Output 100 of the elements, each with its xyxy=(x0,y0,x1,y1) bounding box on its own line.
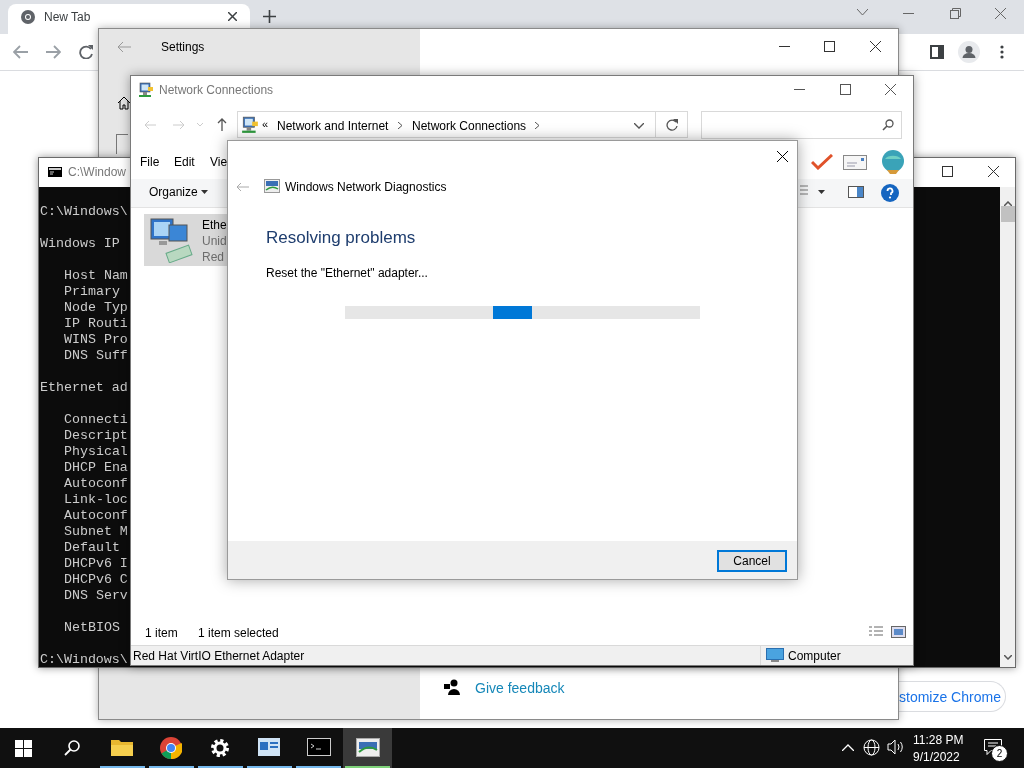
window-title: Settings xyxy=(161,41,205,53)
console-line: DNS Suff xyxy=(64,349,128,363)
console-line: Primary xyxy=(64,285,120,299)
new-tab-icon[interactable] xyxy=(263,10,276,23)
refresh-icon[interactable] xyxy=(666,119,678,131)
console-line: DHCPv6 C xyxy=(64,573,128,587)
console-line: WINS Pro xyxy=(64,333,128,347)
customize-chrome-button[interactable]: stomize Chrome xyxy=(899,681,1006,712)
taskbar-app[interactable] xyxy=(343,728,392,768)
volume-icon[interactable] xyxy=(887,739,904,755)
close-icon[interactable] xyxy=(777,151,788,162)
refresh-button[interactable] xyxy=(655,111,688,138)
chevron-right-icon[interactable] xyxy=(535,122,539,129)
folder-icon[interactable] xyxy=(111,738,133,756)
mail-icon[interactable] xyxy=(843,155,867,170)
help-icon[interactable] xyxy=(881,184,899,202)
chrome-icon[interactable] xyxy=(21,10,35,24)
console-line: Physical xyxy=(64,445,128,459)
tiles-view-icon[interactable] xyxy=(891,626,906,638)
side-panel-icon[interactable] xyxy=(930,45,944,59)
network-adapter-item[interactable]: Ethe Unid Red xyxy=(144,214,227,266)
console-line: DNS Serv xyxy=(64,589,128,603)
cancel-button[interactable]: Cancel xyxy=(717,550,787,572)
close-icon[interactable] xyxy=(885,84,896,95)
console-line: Connecti xyxy=(64,413,128,427)
tab-title: New Tab xyxy=(44,11,91,23)
computer-icon xyxy=(766,648,784,663)
up-icon[interactable] xyxy=(217,118,227,131)
organize-menu[interactable]: Organize xyxy=(149,186,198,198)
console-line: Host Nam xyxy=(64,269,128,283)
scrollbar[interactable] xyxy=(1000,187,1015,667)
back-icon[interactable] xyxy=(13,45,28,59)
menu-icon[interactable] xyxy=(1000,45,1004,59)
menu-item[interactable]: Edit xyxy=(174,156,195,168)
menu-item[interactable]: File xyxy=(140,156,160,168)
console-line: Autoconf xyxy=(64,477,128,491)
close-icon[interactable] xyxy=(988,166,999,177)
maximize-icon[interactable] xyxy=(840,84,851,95)
network-folder-icon xyxy=(241,116,259,134)
window-title: C:\Window xyxy=(68,166,126,178)
dropdown-icon[interactable] xyxy=(818,190,825,194)
menu-item[interactable]: Vie xyxy=(210,156,228,168)
adapter-device: Red xyxy=(202,251,224,263)
console-icon xyxy=(48,167,62,177)
clock-time[interactable]: 11:28 PM xyxy=(913,734,964,746)
give-feedback-link[interactable]: Give feedback xyxy=(475,681,565,695)
console-line: NetBIOS xyxy=(64,621,120,635)
scroll-up-icon[interactable] xyxy=(1004,201,1012,206)
globe-icon[interactable] xyxy=(863,739,880,756)
status-message: Reset the "Ethernet" adapter... xyxy=(266,267,428,279)
console-line: C:\Windows\ xyxy=(40,653,128,667)
maximize-icon[interactable] xyxy=(942,166,953,177)
notification-icon[interactable] xyxy=(984,739,1002,755)
breadcrumb[interactable]: Network Connections xyxy=(412,120,527,132)
network-window-icon[interactable] xyxy=(258,738,280,756)
console-line: Link-loc xyxy=(64,493,128,507)
breadcrumb[interactable]: Network and Internet xyxy=(277,120,389,132)
console-line: Default xyxy=(64,541,120,555)
address-bar[interactable]: « Network and Internet Network Connections xyxy=(237,111,656,138)
item-count: 1 item xyxy=(145,627,178,639)
location-label: Computer xyxy=(788,650,841,662)
search-icon[interactable] xyxy=(64,740,80,756)
search-field[interactable] xyxy=(701,111,902,139)
console-line: Node Typ xyxy=(64,301,128,315)
chevron-up-icon[interactable] xyxy=(842,744,854,751)
selection-count: 1 item selected xyxy=(198,627,279,639)
breadcrumb-overflow-icon[interactable]: « xyxy=(262,119,269,130)
adapter-description: Red Hat VirtIO Ethernet Adapter xyxy=(133,650,305,662)
maximize-icon[interactable] xyxy=(824,41,835,52)
console-line: DHCP Ena xyxy=(64,461,128,475)
chevron-down-icon[interactable] xyxy=(634,123,644,129)
console-line: IP Routi xyxy=(64,317,128,331)
chevron-down-icon[interactable] xyxy=(857,9,868,16)
profile-icon[interactable] xyxy=(958,41,980,63)
clock-date[interactable]: 9/1/2022 xyxy=(913,751,960,763)
chrome-icon[interactable] xyxy=(160,737,182,759)
console-icon[interactable] xyxy=(307,738,331,756)
reload-icon[interactable] xyxy=(79,45,93,59)
diagnostics-icon[interactable] xyxy=(356,738,380,757)
scroll-thumb[interactable] xyxy=(1001,206,1015,222)
dialog-title: Windows Network Diagnostics xyxy=(285,181,447,193)
windows-start-icon[interactable] xyxy=(15,740,32,757)
home-icon[interactable] xyxy=(117,96,131,110)
gear-icon[interactable] xyxy=(209,737,231,759)
search-icon[interactable] xyxy=(882,119,894,131)
close-icon[interactable] xyxy=(228,12,237,21)
network-adapter-icon xyxy=(147,217,195,263)
dropdown-icon[interactable] xyxy=(201,190,208,194)
network-folder-icon xyxy=(138,82,154,98)
feedback-icon[interactable] xyxy=(444,679,460,695)
restore-icon[interactable] xyxy=(950,8,961,19)
checkmark-icon[interactable] xyxy=(811,154,833,170)
chevron-right-icon[interactable] xyxy=(398,122,402,129)
forward-icon[interactable] xyxy=(46,45,61,59)
diagnostics-icon xyxy=(264,179,280,193)
nav-button[interactable] xyxy=(116,134,128,154)
dialog-heading: Resolving problems xyxy=(266,229,416,246)
close-icon[interactable] xyxy=(870,41,881,52)
scroll-down-icon[interactable] xyxy=(1004,655,1012,660)
preview-pane-icon[interactable] xyxy=(848,186,864,198)
